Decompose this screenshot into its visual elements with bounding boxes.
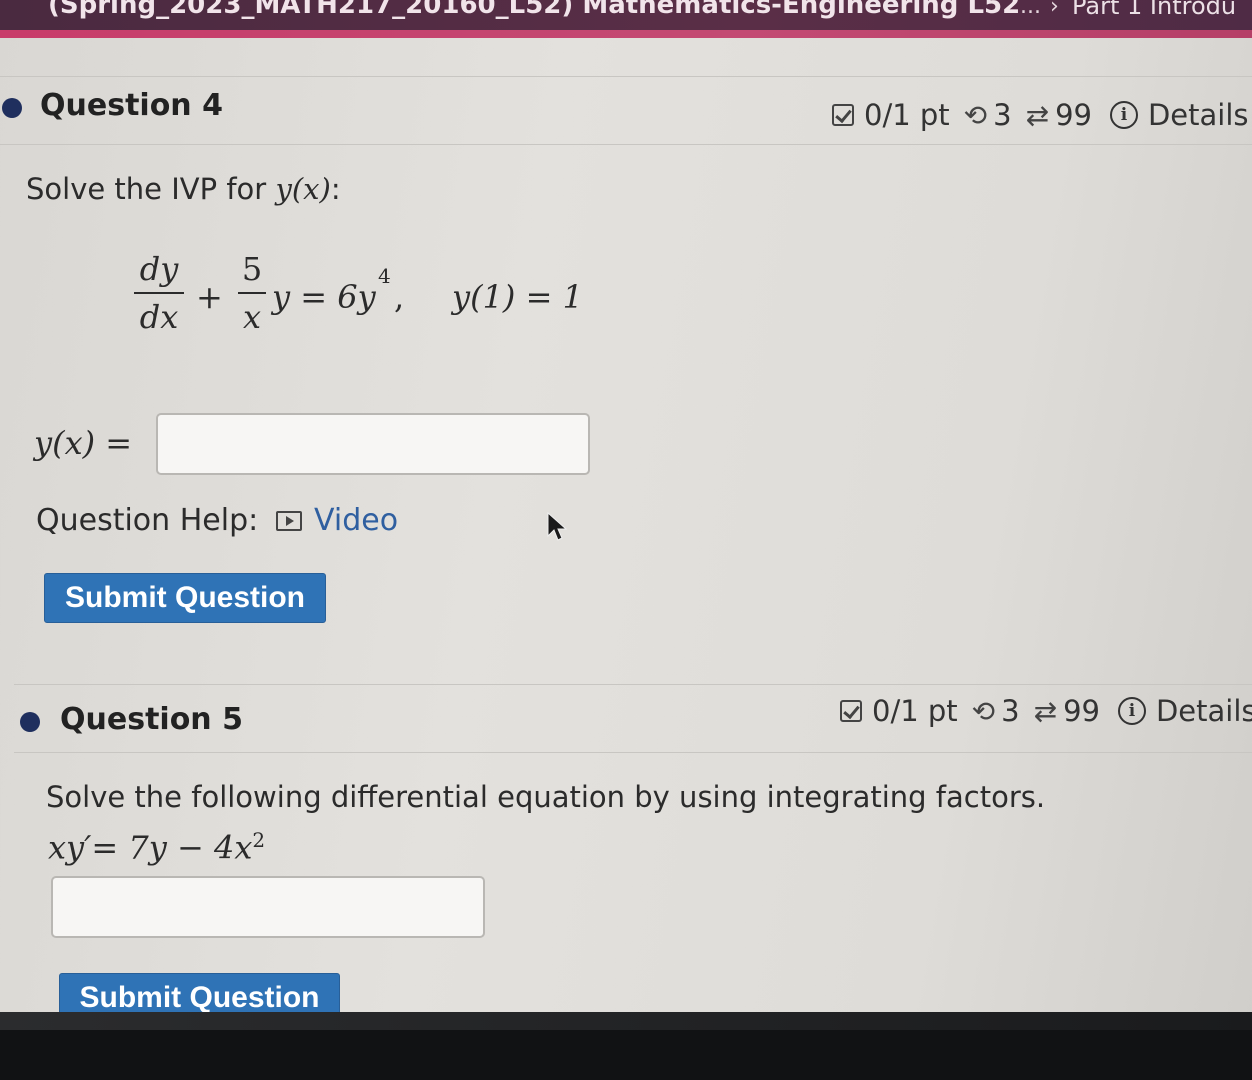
video-label[interactable]: Video xyxy=(314,503,398,538)
video-help-link[interactable]: Video xyxy=(276,503,398,538)
question-5-equation: xy′= 7y − 4x2 xyxy=(48,828,265,867)
course-title[interactable]: (Spring_2023_MATH217_20160_L52) Mathemat… xyxy=(48,0,1020,20)
fraction-bar xyxy=(238,292,266,294)
divider xyxy=(0,144,1252,145)
screen-bottom-edge xyxy=(0,1012,1252,1030)
fraction-numerator: 5 xyxy=(241,250,263,288)
breadcrumb-ellipsis[interactable]: ... xyxy=(1020,0,1041,19)
equation-exponent: 4 xyxy=(378,264,391,288)
fraction-denominator: dx xyxy=(139,298,179,336)
question-help-label: Question Help: xyxy=(36,503,259,538)
info-icon[interactable]: i xyxy=(1109,101,1138,129)
fraction-bar xyxy=(134,292,184,294)
answer-input-q5[interactable] xyxy=(51,876,485,938)
video-icon xyxy=(276,510,302,531)
plus-sign: + xyxy=(196,278,223,316)
question-5-prompt: Solve the following differential equatio… xyxy=(46,780,1046,814)
equation-rhs: y = 6y xyxy=(272,278,376,316)
question-5-title: Question 5 xyxy=(60,702,243,737)
divider xyxy=(14,684,1252,685)
question-bullet xyxy=(20,712,40,732)
attempts-count: 99 xyxy=(1055,98,1092,132)
header-accent-stripe xyxy=(0,30,1252,38)
equation-exponent: 2 xyxy=(252,828,266,852)
answer-input-q4[interactable] xyxy=(156,413,590,475)
question-4-title: Question 4 xyxy=(40,88,223,123)
details-link[interactable]: Details xyxy=(1156,694,1252,728)
score-text: 0/1 pt xyxy=(872,694,958,728)
info-icon[interactable]: i xyxy=(1117,697,1146,725)
attempts-count: 99 xyxy=(1063,694,1100,728)
retries-count: 3 xyxy=(993,98,1012,132)
score-text: 0/1 pt xyxy=(864,98,950,132)
prompt-colon: : xyxy=(330,172,341,206)
fraction-5-x: 5 x xyxy=(238,250,266,336)
fraction-dy-dx: dy dx xyxy=(134,250,184,336)
checkbox-icon xyxy=(840,700,862,722)
checkbox-icon xyxy=(832,104,854,126)
retries-count: 3 xyxy=(1001,694,1020,728)
breadcrumb-current[interactable]: Part 1 Introdu xyxy=(1072,0,1236,20)
answer-label: y(x) = xyxy=(34,424,133,462)
mouse-cursor-icon xyxy=(547,512,568,541)
equation-comma: , xyxy=(394,278,405,316)
retry-icon: ⟲ xyxy=(971,694,996,728)
equation-main: xy′= 7y − 4x xyxy=(48,828,253,867)
monitor-bezel xyxy=(0,1030,1252,1080)
question-5-meta: 0/1 pt ⟲ 3 ⇄ 99 i Details xyxy=(840,694,1252,728)
question-bullet xyxy=(2,98,22,118)
retry-icon: ⟲ xyxy=(963,98,988,132)
breadcrumb-separator: › xyxy=(1050,0,1059,19)
prompt-text: Solve the IVP for xyxy=(26,172,276,206)
question-4-prompt: Solve the IVP for y(x): xyxy=(26,172,341,206)
divider xyxy=(14,752,1252,753)
details-link[interactable]: Details xyxy=(1148,98,1249,132)
submit-question-4-button[interactable]: Submit Question xyxy=(44,573,326,623)
fraction-denominator: x xyxy=(242,298,262,336)
attempts-icon: ⇄ xyxy=(1033,694,1058,728)
prompt-variable: y(x) xyxy=(275,172,331,206)
attempts-icon: ⇄ xyxy=(1025,98,1050,132)
divider xyxy=(0,76,1252,77)
fraction-numerator: dy xyxy=(139,250,179,288)
header-bar: (Spring_2023_MATH217_20160_L52) Mathemat… xyxy=(0,0,1252,30)
initial-condition: y(1) = 1 xyxy=(452,278,583,316)
question-4-meta: 0/1 pt ⟲ 3 ⇄ 99 i Details xyxy=(832,98,1249,132)
